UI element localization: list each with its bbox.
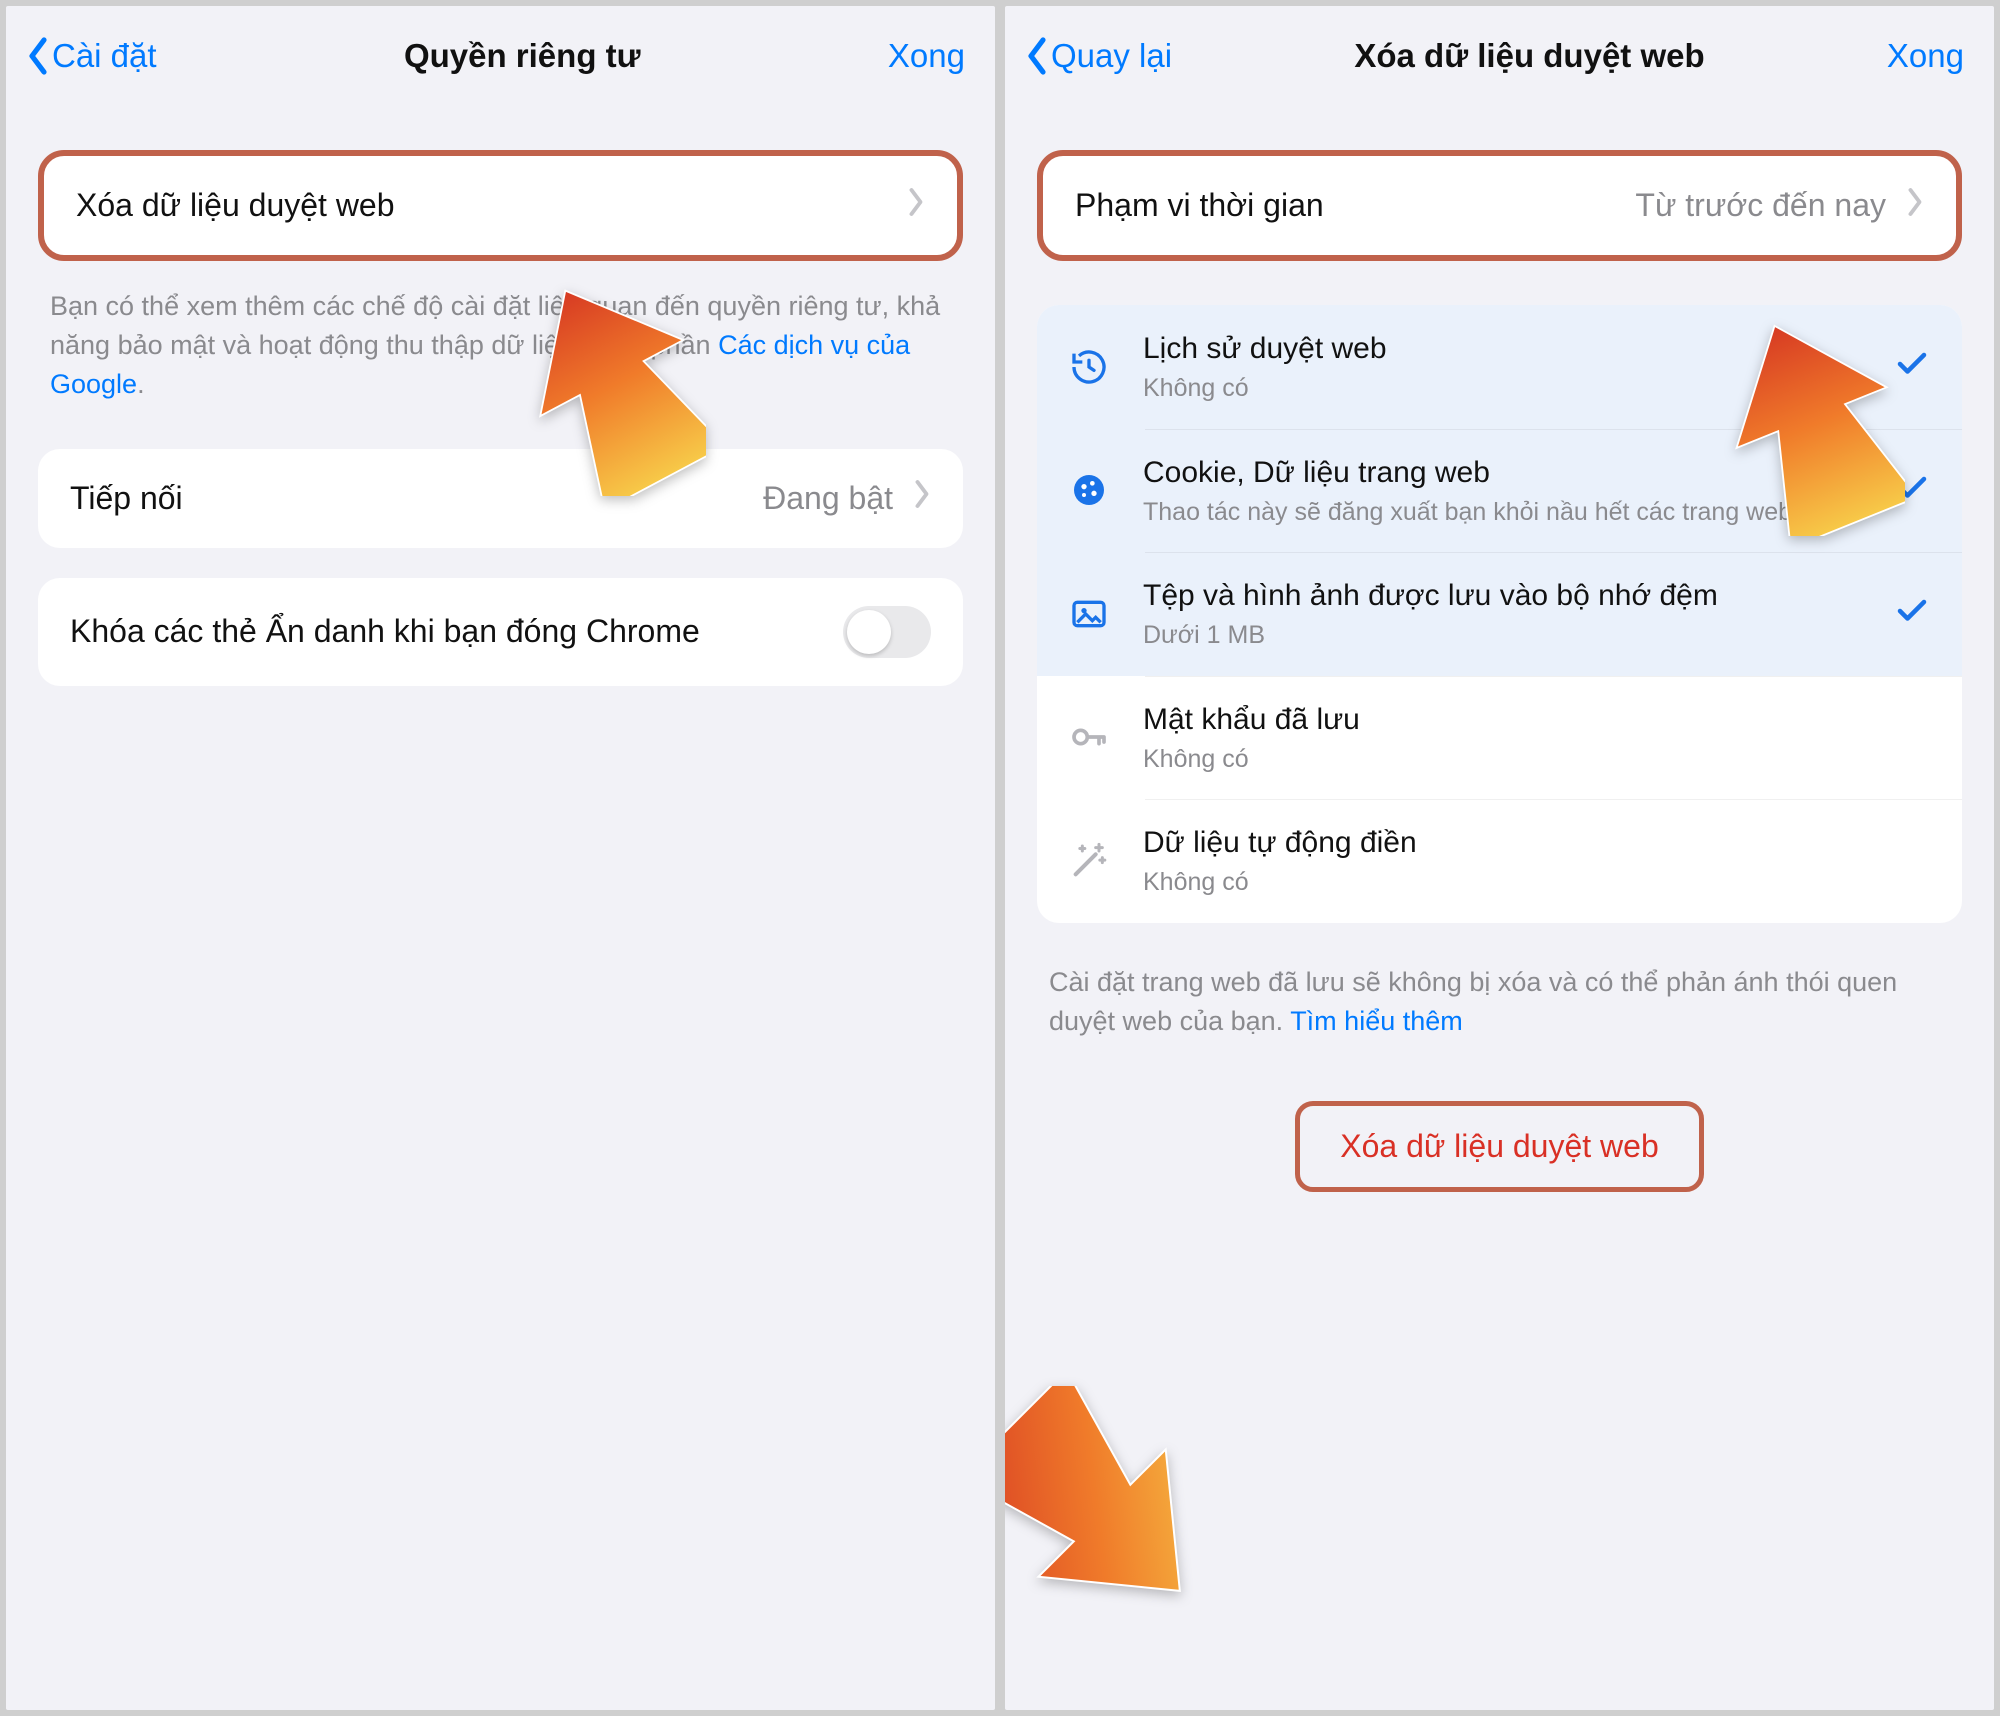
clear-footnote: Cài đặt trang web đã lưu sẽ không bị xóa… — [1037, 923, 1962, 1041]
screen-privacy: Cài đặt Quyền riêng tư Xong Xóa dữ liệu … — [6, 6, 995, 1710]
time-range-row[interactable]: Phạm vi thời gian Từ trước đến nay — [1037, 150, 1962, 261]
learn-more-link[interactable]: Tìm hiểu thêm — [1290, 1006, 1463, 1036]
option-subtitle: Không có — [1143, 372, 1868, 405]
wand-icon — [1061, 841, 1117, 881]
data-type-row[interactable]: Lịch sử duyệt web Không có — [1037, 305, 1962, 429]
back-button[interactable]: Quay lại — [1025, 36, 1172, 76]
option-title: Cookie, Dữ liệu trang web — [1143, 453, 1868, 492]
data-types-list: Lịch sử duyệt web Không có Cookie, Dữ liệu… — [1037, 305, 1962, 923]
page-title: Quyền riêng tư — [157, 37, 888, 75]
chevron-right-icon — [907, 187, 925, 225]
done-button[interactable]: Xong — [888, 37, 965, 75]
data-type-row[interactable]: Dữ liệu tự động điền Không có — [1037, 799, 1962, 923]
row-label: Xóa dữ liệu duyệt web — [76, 184, 887, 227]
image-icon — [1061, 594, 1117, 634]
chevron-right-icon — [913, 479, 931, 517]
option-subtitle: Dưới 1 MB — [1143, 619, 1868, 652]
navbar: Cài đặt Quyền riêng tư Xong — [6, 6, 995, 106]
navbar: Quay lại Xóa dữ liệu duyệt web Xong — [1005, 6, 1994, 106]
data-type-row[interactable]: Cookie, Dữ liệu trang web Thao tác này sẽ… — [1037, 429, 1962, 553]
checkmark-icon — [1894, 470, 1930, 511]
privacy-footnote: Bạn có thể xem thêm các chế độ cài đặt l… — [38, 261, 963, 404]
page-title: Xóa dữ liệu duyệt web — [1172, 37, 1887, 75]
clear-browsing-data-row[interactable]: Xóa dữ liệu duyệt web — [38, 150, 963, 261]
checkmark-icon — [1894, 346, 1930, 387]
chevron-right-icon — [1906, 187, 1924, 225]
preload-row[interactable]: Tiếp nối Đang bật — [38, 449, 963, 548]
key-icon — [1061, 717, 1117, 757]
chevron-left-icon — [26, 36, 50, 76]
done-button[interactable]: Xong — [1887, 37, 1964, 75]
option-subtitle: Thao tác này sẽ đăng xuất bạn khỏi nầu h… — [1143, 496, 1868, 529]
option-title: Lịch sử duyệt web — [1143, 329, 1868, 368]
data-type-row[interactable]: Tệp và hình ảnh được lưu vào bộ nhớ đệm D… — [1037, 552, 1962, 676]
option-subtitle: Không có — [1143, 743, 1930, 776]
option-title: Tệp và hình ảnh được lưu vào bộ nhớ đệm — [1143, 576, 1868, 615]
data-type-row[interactable]: Mật khẩu đã lưu Không có — [1037, 676, 1962, 800]
history-icon — [1061, 347, 1117, 387]
cookie-icon — [1061, 470, 1117, 510]
chevron-left-icon — [1025, 36, 1049, 76]
screen-clear-data: Quay lại Xóa dữ liệu duyệt web Xong Phạm… — [1005, 6, 1994, 1710]
back-label: Quay lại — [1051, 37, 1172, 75]
clear-data-button[interactable]: Xóa dữ liệu duyệt web — [1295, 1101, 1704, 1192]
option-title: Dữ liệu tự động điền — [1143, 823, 1930, 862]
annotation-arrow — [1005, 1386, 1195, 1631]
option-subtitle: Không có — [1143, 866, 1930, 899]
lock-incognito-row: Khóa các thẻ Ẩn danh khi bạn đóng Chrome — [38, 578, 963, 686]
back-label: Cài đặt — [52, 37, 157, 75]
lock-incognito-toggle[interactable] — [843, 606, 931, 658]
option-title: Mật khẩu đã lưu — [1143, 700, 1930, 739]
checkmark-icon — [1894, 593, 1930, 634]
back-button[interactable]: Cài đặt — [26, 36, 157, 76]
